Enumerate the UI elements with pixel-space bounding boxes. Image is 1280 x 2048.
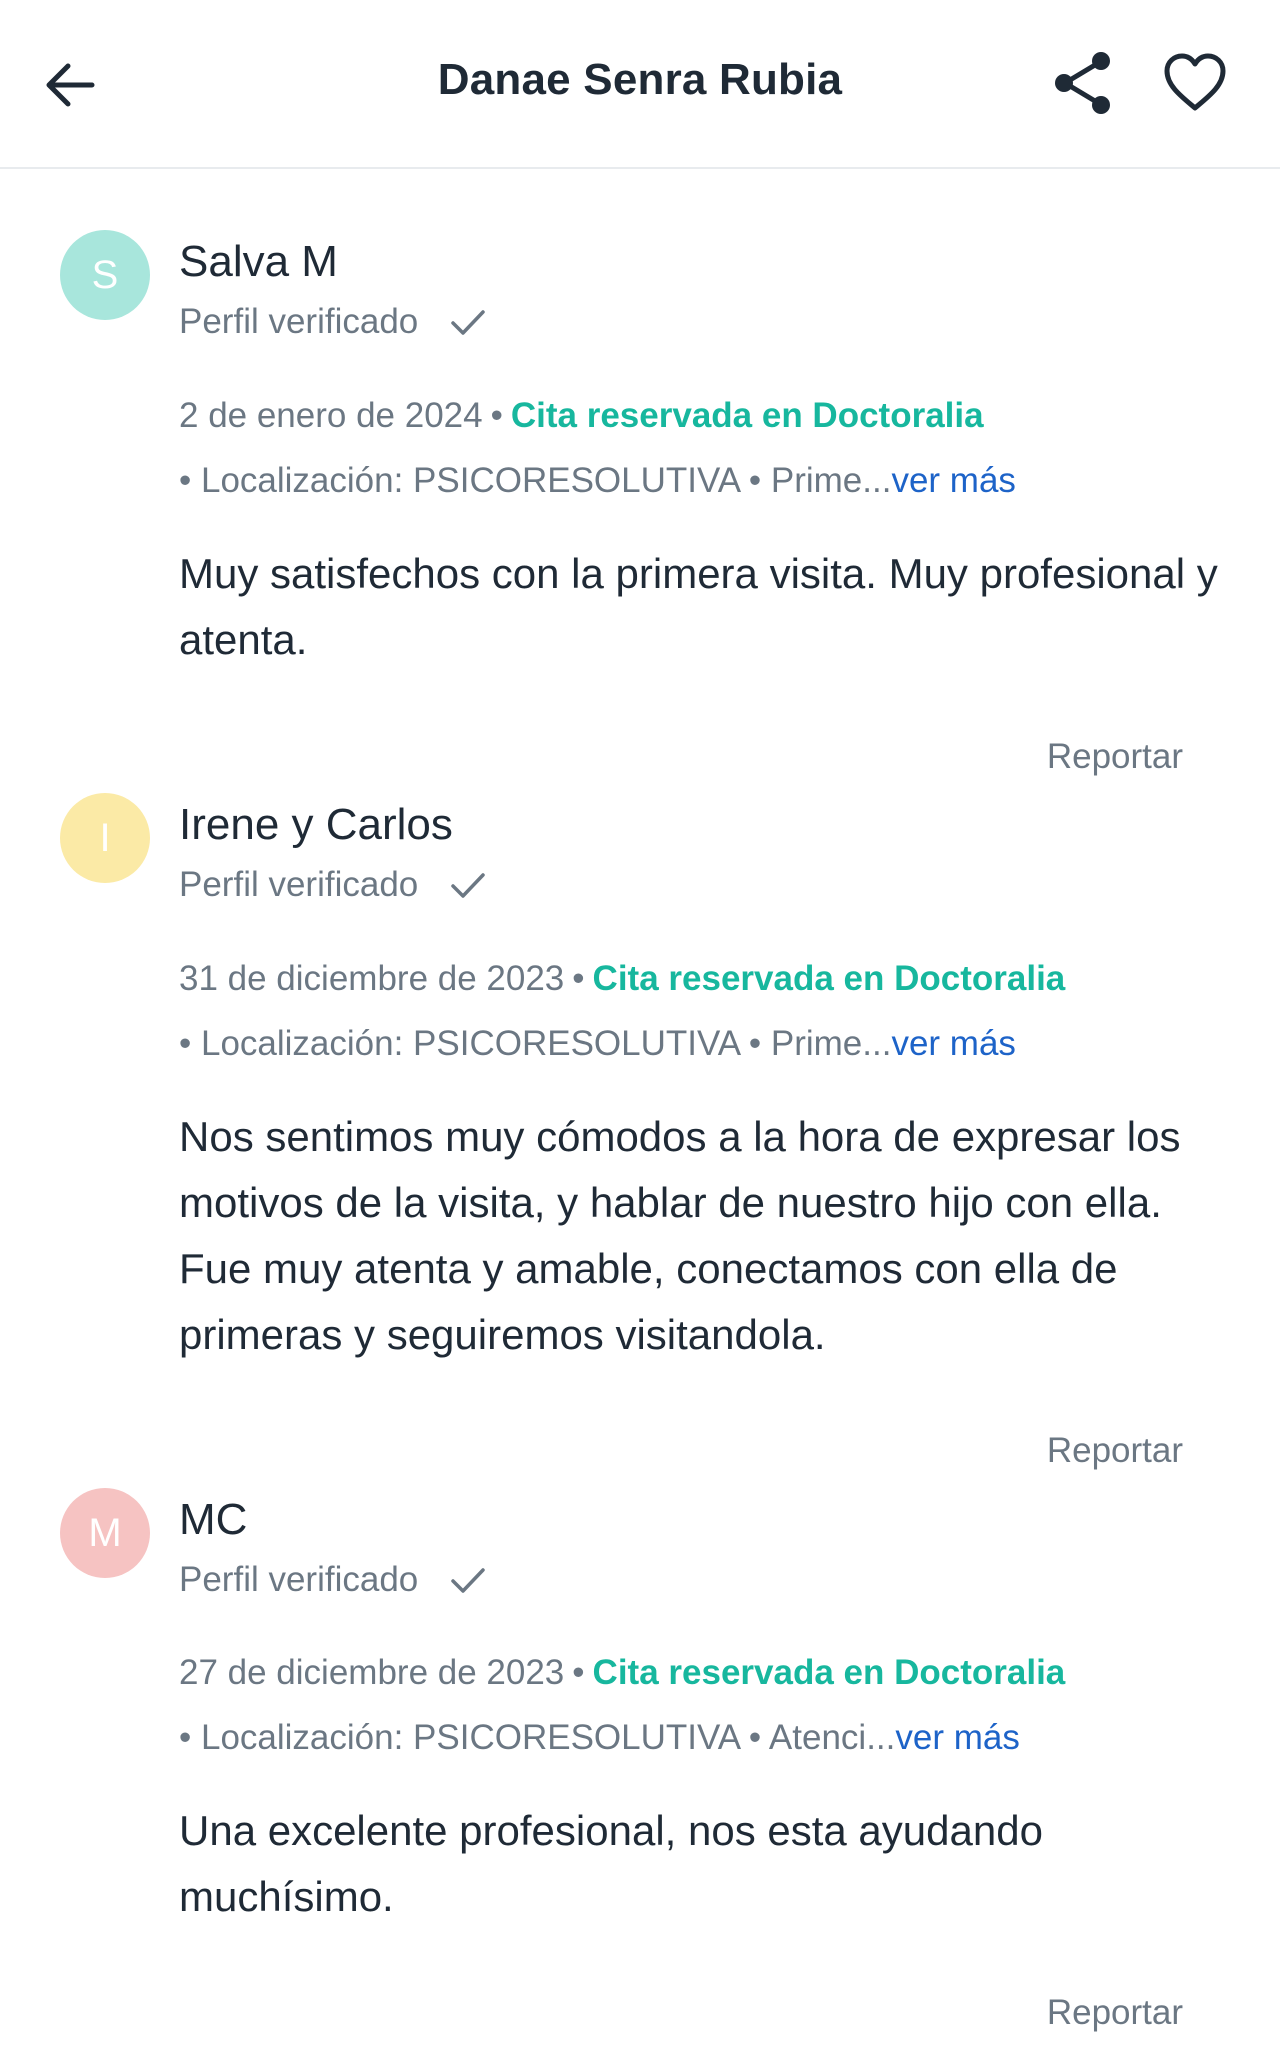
review-date: 31 de diciembre de 2023: [179, 959, 565, 998]
verified-label: Perfil verificado: [179, 302, 419, 341]
location-text: • Localización: PSICORESOLUTIVA • Atenci…: [179, 1718, 896, 1757]
review-text: Una excelente profesional, nos esta ayud…: [179, 1807, 1043, 1920]
review-meta: 2 de enero de 2024 • Cita reservada en Doc…: [179, 396, 984, 436]
report-link[interactable]: Reportar: [1047, 737, 1183, 777]
share-icon: [1055, 52, 1110, 114]
verified-profile: Perfil verificado: [179, 1560, 486, 1600]
verified-profile: Perfil verificado: [179, 302, 486, 342]
see-more-link[interactable]: ver más: [895, 1718, 1019, 1757]
checkmark-icon: [451, 1568, 486, 1593]
checkmark-icon: [451, 873, 486, 898]
separator-dot: •: [572, 1653, 585, 1692]
avatar: S: [60, 230, 150, 320]
review-date: 2 de enero de 2024: [179, 396, 483, 435]
verified-label: Perfil verificado: [179, 865, 419, 904]
booked-badge: Cita reservada en Doctoralia: [592, 959, 1066, 998]
verified-profile: Perfil verificado: [179, 865, 486, 905]
report-link[interactable]: Reportar: [1047, 1993, 1183, 2033]
review-meta: 27 de diciembre de 2023 • Cita reservada e…: [179, 1653, 1065, 1693]
verified-label: Perfil verificado: [179, 1560, 419, 1599]
see-more-link[interactable]: ver más: [891, 461, 1015, 500]
see-more-link[interactable]: ver más: [891, 1024, 1015, 1063]
review-text: Nos sentimos muy cómodos a la hora de ex…: [179, 1113, 1181, 1358]
location-text: • Localización: PSICORESOLUTIVA • Prime.…: [179, 461, 892, 500]
avatar: I: [60, 793, 150, 883]
top-bar: Danae Senra Rubia: [0, 0, 1280, 169]
review-meta: 31 de diciembre de 2023 • Cita reservada e…: [179, 959, 1065, 999]
review-author: MC: [179, 1495, 248, 1544]
review-author: Irene y Carlos: [179, 800, 453, 849]
booked-badge: Cita reservada en Doctoralia: [510, 396, 984, 435]
separator-dot: •: [572, 959, 585, 998]
separator-dot: •: [490, 396, 503, 435]
avatar-initial: S: [91, 252, 119, 297]
location-text: • Localización: PSICORESOLUTIVA • Prime.…: [179, 1024, 892, 1063]
review-location: • Localización: PSICORESOLUTIVA • Prime.…: [179, 1024, 1016, 1064]
avatar-initial: M: [88, 1510, 122, 1555]
review-location: • Localización: PSICORESOLUTIVA • Atenci…: [179, 1718, 1020, 1758]
review-date: 27 de diciembre de 2023: [179, 1653, 565, 1692]
favorite-button[interactable]: [1162, 52, 1228, 114]
booked-badge: Cita reservada en Doctoralia: [592, 1653, 1066, 1692]
review-location: • Localización: PSICORESOLUTIVA • Prime.…: [179, 461, 1016, 501]
avatar: M: [60, 1488, 150, 1578]
heart-icon: [1164, 53, 1226, 111]
report-link[interactable]: Reportar: [1047, 1431, 1183, 1471]
checkmark-icon: [451, 310, 486, 335]
review-text: Muy satisfechos con la primera visita. M…: [179, 550, 1218, 663]
review-author: Salva M: [179, 237, 338, 286]
share-button[interactable]: [1052, 50, 1116, 116]
avatar-initial: I: [99, 815, 111, 860]
